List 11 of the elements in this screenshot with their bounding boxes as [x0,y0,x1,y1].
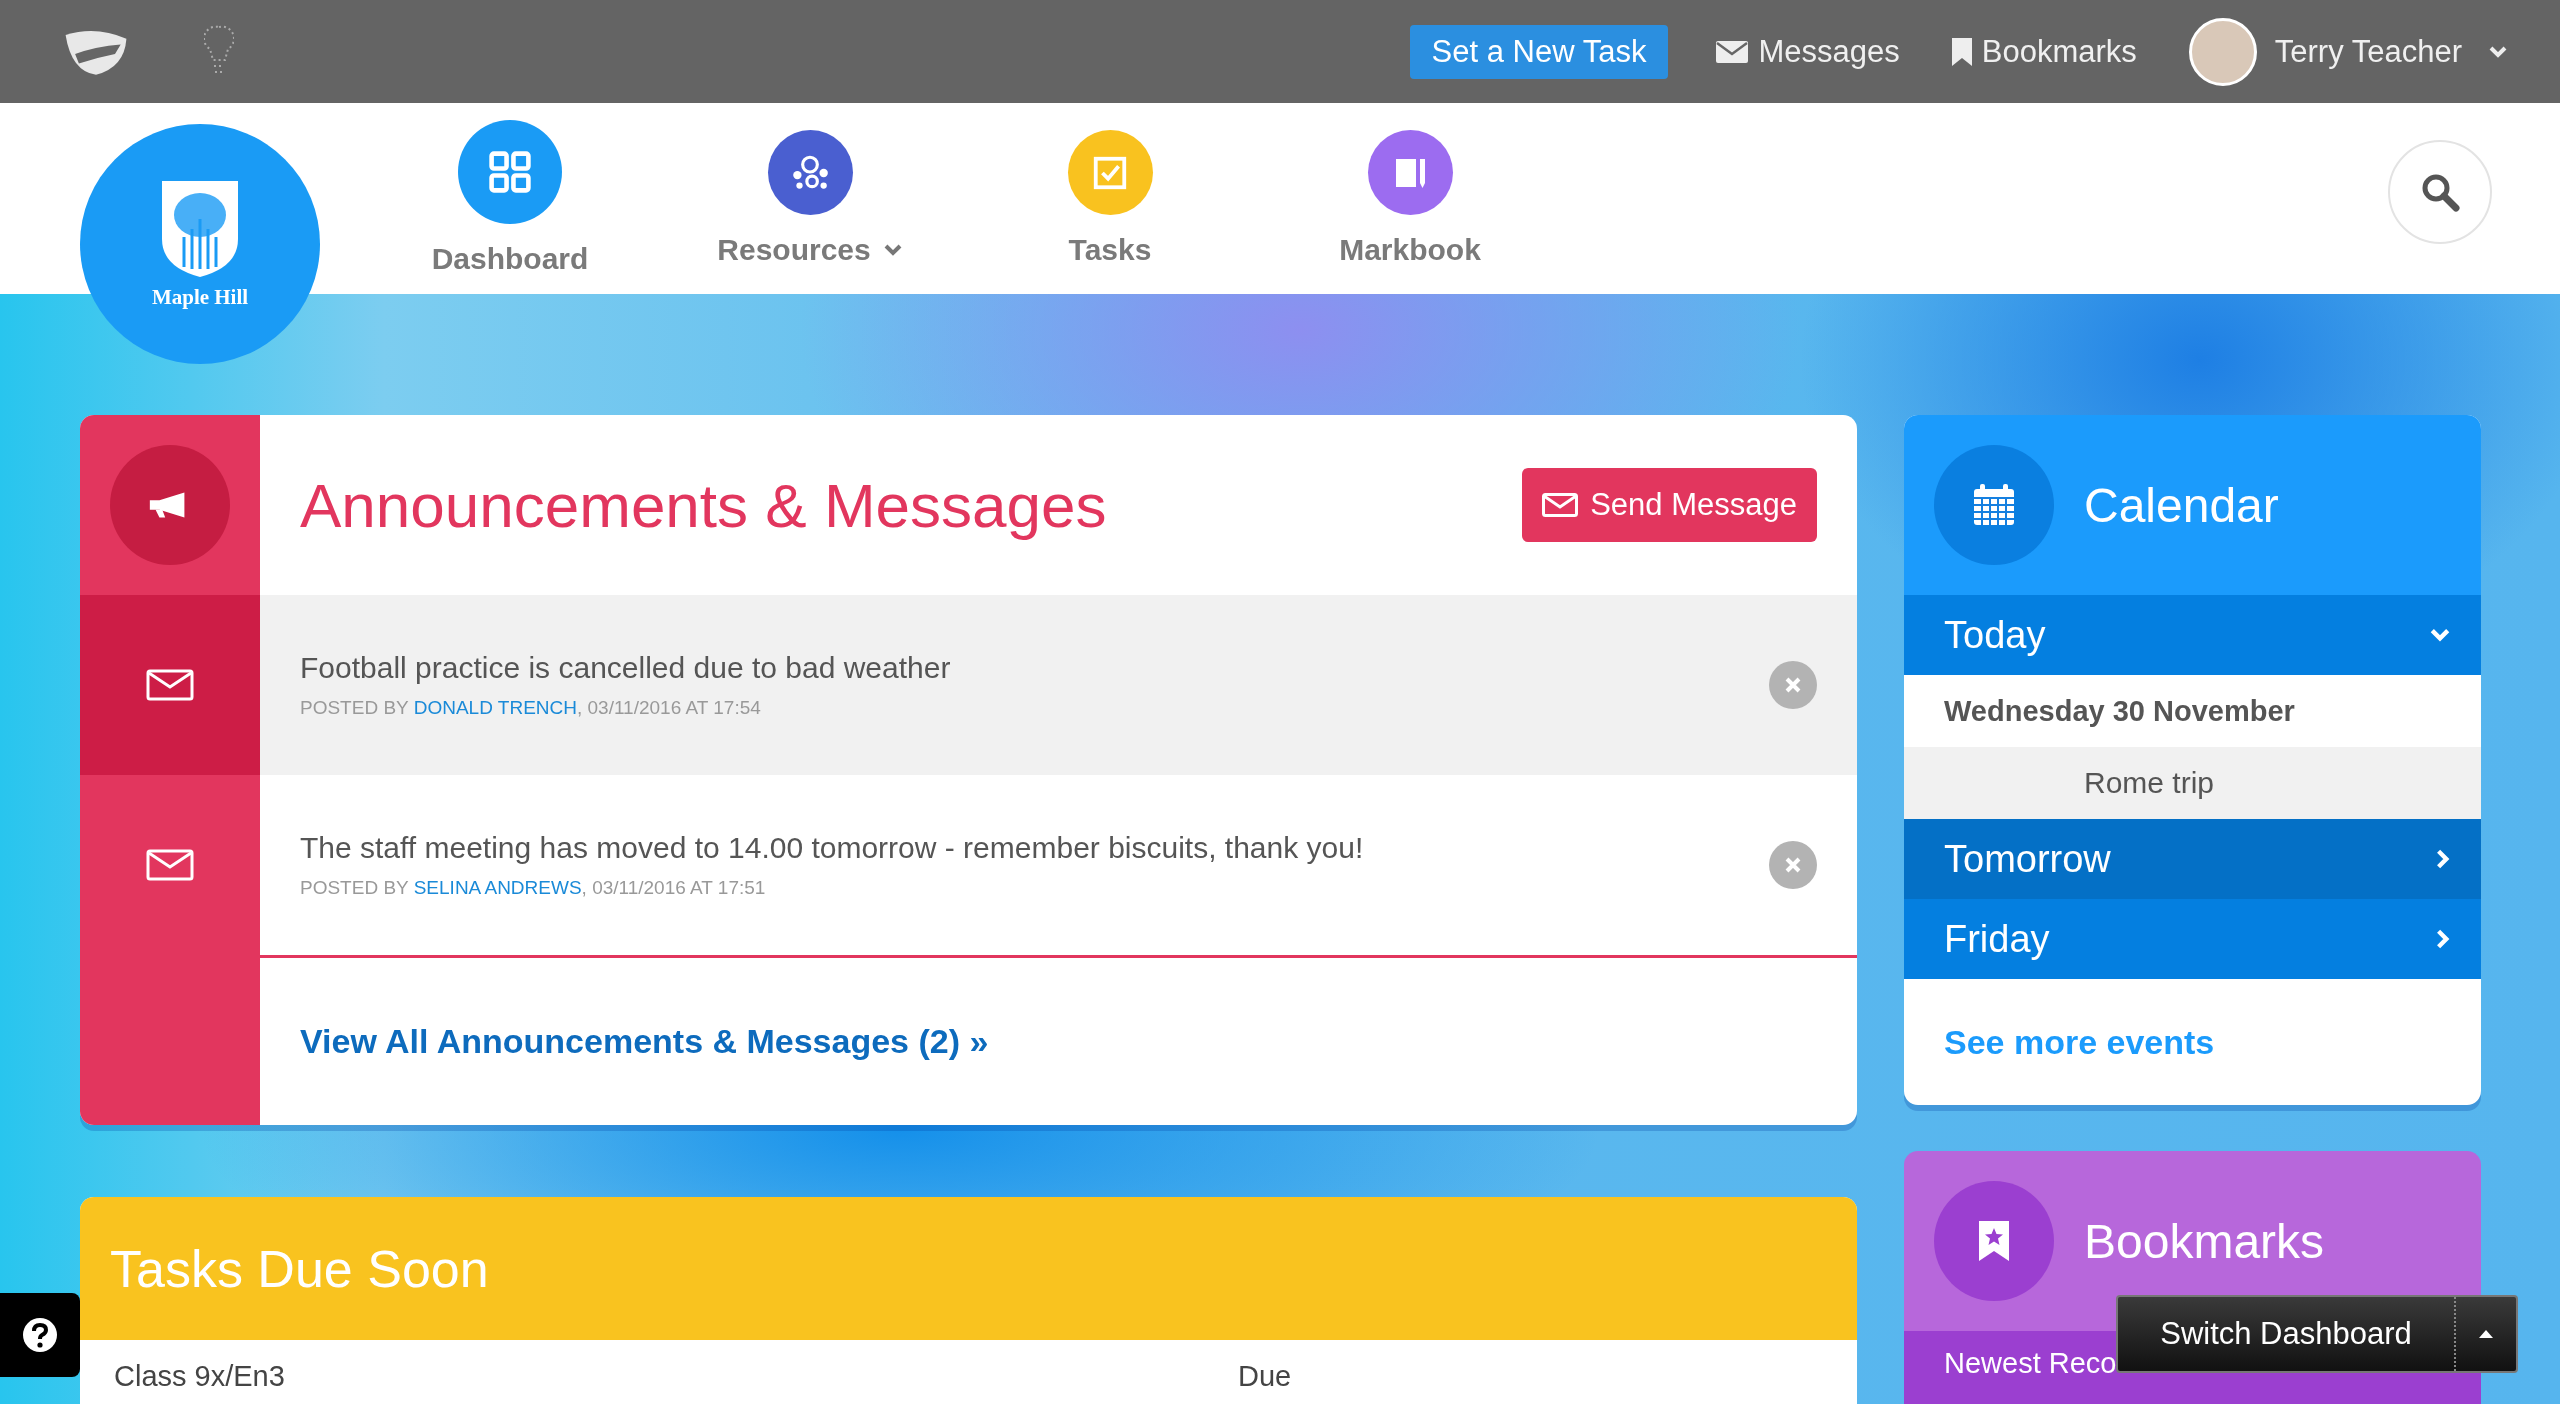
message-text: Football practice is cancelled due to bad weather [300,651,951,685]
posted-by-text: POSTED BY DONALD TRENCH, 03/11/2016 AT 17:54 [300,697,762,719]
posted-by-text: POSTED BY SELINA ANDREWS, 03/11/2016 AT 17:51 [300,877,767,899]
card-title: Bookmarks [2084,1213,2325,1269]
card-title: Announcements & Messages [300,469,1108,541]
card-title: Tasks Due Soon [80,1197,1857,1340]
date-heading: Wednesday 30 November [1943,693,2296,729]
card-title: Calendar [2084,477,2279,533]
message-text: The staff meeting has moved to 14.00 tomorrow - remember biscuits, thank you! [300,831,1364,865]
column-header: Due [1238,1360,1292,1393]
column-header: Class 9x/En3 [114,1360,286,1393]
